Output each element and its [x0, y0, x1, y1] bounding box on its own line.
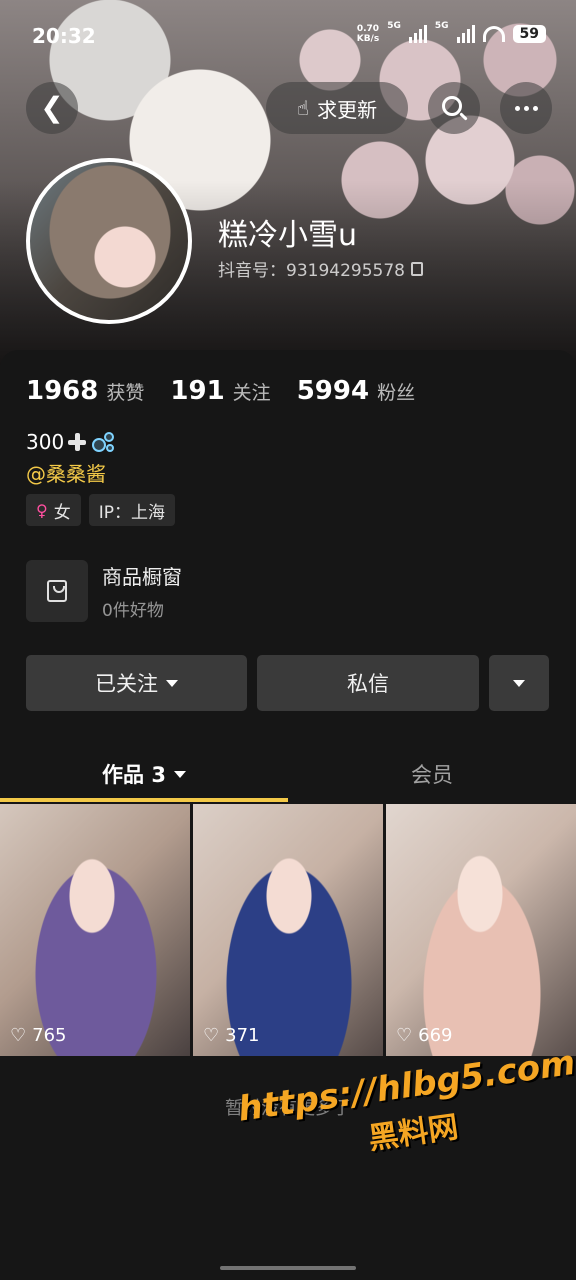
back-button[interactable]: ❮ — [26, 82, 78, 134]
caret-down-icon — [166, 679, 178, 687]
profile-stats: 1968 获赞 191 关注 5994 粉丝 — [26, 376, 415, 406]
following-button-label: 已关注 — [95, 672, 158, 696]
stat-followers[interactable]: 5994 粉丝 — [297, 376, 415, 406]
heart-icon: ♡ — [203, 1024, 220, 1046]
signal-icon — [408, 25, 427, 43]
tab-members-label: 会员 — [411, 763, 453, 787]
video-like-count: ♡ 669 — [396, 1025, 453, 1046]
signal-label-2: 5G — [434, 21, 449, 31]
active-tab-indicator — [0, 798, 288, 802]
profile-nickname: 糕冷小雪u — [218, 218, 358, 253]
stat-followers-label: 粉丝 — [377, 382, 416, 404]
shopping-bag-icon — [47, 580, 67, 602]
ip-location-label: IP：上海 — [98, 502, 165, 523]
hand-pointing-icon: ☝ — [296, 96, 310, 120]
avatar[interactable] — [26, 158, 192, 324]
recommend-dropdown-button[interactable] — [489, 655, 549, 711]
video-grid: ♡ 765 ♡ 371 ♡ 669 — [0, 804, 576, 1056]
network-speed-unit: KB/s — [356, 34, 380, 44]
heart-icon: ♡ — [10, 1024, 27, 1046]
ip-location-tag: IP：上海 — [88, 494, 175, 526]
more-button[interactable] — [500, 82, 552, 134]
tab-works[interactable]: 作品 3 — [0, 746, 288, 802]
video-like-count-value: 765 — [32, 1025, 67, 1046]
status-indicators: 0.70 KB/s 5G 5G 59 — [357, 21, 546, 44]
stat-likes-label: 获赞 — [106, 382, 145, 404]
copy-icon[interactable] — [410, 261, 423, 276]
message-button-label: 私信 — [347, 672, 389, 696]
showcase-title: 商品橱窗 — [102, 565, 182, 589]
status-time: 20:32 — [32, 24, 96, 48]
video-like-count: ♡ 765 — [10, 1025, 67, 1046]
douyin-id[interactable]: 抖音号：93194295578 — [218, 256, 423, 281]
video-thumbnail[interactable]: ♡ 371 — [193, 804, 383, 1056]
request-update-label: 求更新 — [317, 97, 378, 122]
stat-following-label: 关注 — [232, 382, 271, 404]
video-like-count: ♡ 371 — [203, 1025, 260, 1046]
product-showcase-entry[interactable]: 商品橱窗 0件好物 — [26, 560, 182, 622]
video-like-count-value: 669 — [418, 1025, 453, 1046]
search-button[interactable] — [428, 82, 480, 134]
status-bar: 20:32 0.70 KB/s 5G 5G 59 — [0, 0, 576, 72]
gender-tag: ♀ 女 — [26, 494, 81, 526]
gender-tag-label: 女 — [53, 502, 71, 523]
stat-likes[interactable]: 1968 获赞 — [26, 376, 144, 406]
request-update-button[interactable]: ☝ 求更新 — [266, 82, 408, 134]
more-icon — [514, 105, 538, 111]
profile-tags: ♀ 女 IP：上海 — [26, 494, 175, 526]
video-like-count-value: 371 — [225, 1025, 260, 1046]
showcase-subtitle: 0件好物 — [102, 601, 164, 621]
bio-text: 300 — [26, 430, 118, 454]
tab-members[interactable]: 会员 — [288, 746, 576, 802]
stat-followers-value: 5994 — [296, 376, 370, 406]
stat-following[interactable]: 191 关注 — [170, 376, 270, 406]
heart-icon: ♡ — [396, 1024, 413, 1046]
stat-following-value: 191 — [170, 376, 225, 406]
signal-icon-2 — [456, 25, 475, 43]
video-thumbnail[interactable]: ♡ 765 — [0, 804, 190, 1056]
caret-down-icon — [513, 679, 525, 687]
bio-mention-link[interactable]: @桑桑酱 — [26, 458, 106, 487]
profile-actions: 已关注 私信 — [26, 655, 549, 711]
bio-text-value: 300 — [26, 430, 65, 454]
bubbles-emoji-icon — [90, 430, 118, 454]
douyin-id-text: 抖音号：93194295578 — [218, 261, 405, 281]
plus-emoji-icon — [66, 431, 88, 453]
network-speed: 0.70 KB/s — [357, 24, 379, 44]
content-tabs: 作品 3 会员 — [0, 746, 576, 802]
caret-down-icon — [173, 770, 186, 778]
video-thumbnail[interactable]: ♡ 669 — [386, 804, 576, 1056]
network-speed-value: 0.70 — [356, 24, 380, 34]
wifi-icon — [482, 26, 505, 42]
tab-works-label: 作品 3 — [102, 763, 166, 787]
following-button[interactable]: 已关注 — [26, 655, 247, 711]
signal-label-1: 5G — [387, 21, 401, 31]
battery-indicator: 59 — [512, 25, 546, 43]
showcase-icon-box — [26, 560, 88, 622]
search-icon — [442, 96, 462, 116]
female-icon: ♀ — [36, 500, 48, 520]
message-button[interactable]: 私信 — [257, 655, 479, 711]
home-indicator[interactable] — [220, 1266, 356, 1270]
back-icon: ❮ — [40, 91, 64, 124]
stat-likes-value: 1968 — [26, 376, 99, 406]
